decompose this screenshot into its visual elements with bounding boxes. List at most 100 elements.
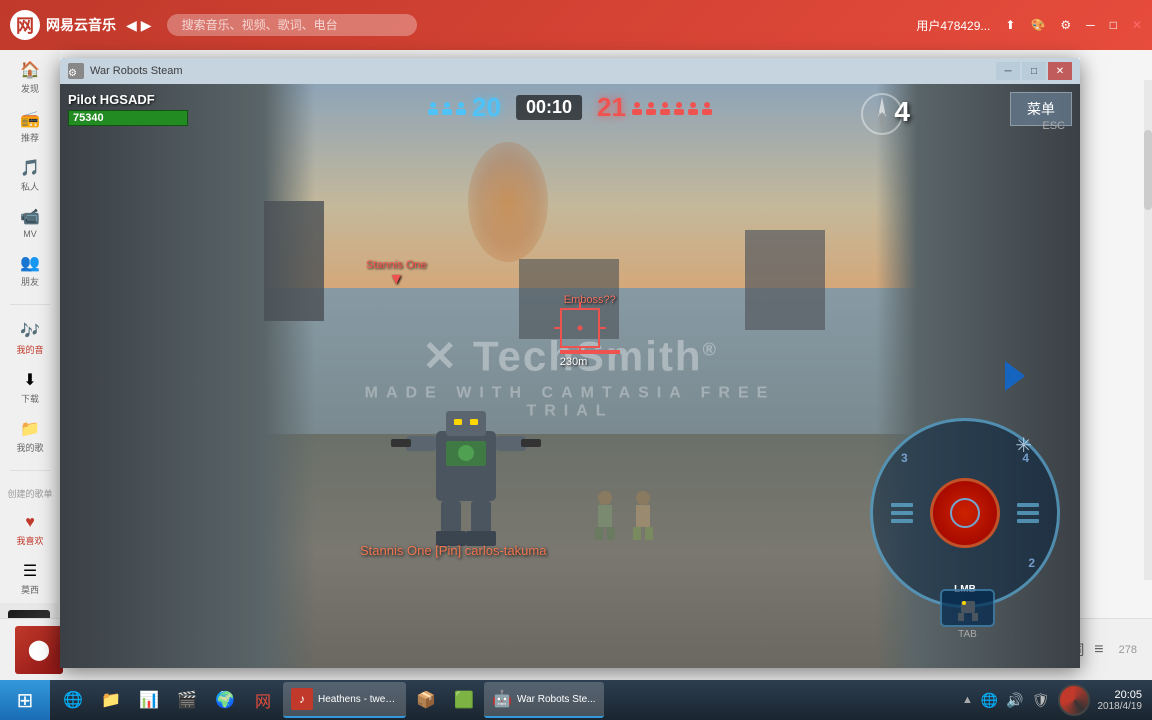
sidebar-item-download[interactable]: ⬇ 下载 [21, 370, 39, 405]
sidebar-playlist1-label: 莫西 [21, 583, 39, 596]
sidebar-private-label: 私人 [21, 180, 39, 193]
weapon-wheel[interactable]: ✳ 3 4 2 [870, 418, 1060, 608]
media-icon: 🎬 [177, 690, 197, 710]
hud-pilot-info: Pilot HGSADF 75340 [68, 92, 188, 126]
steam-titlebar[interactable]: ⚙ War Robots Steam ─ □ ✕ [60, 58, 1080, 84]
pin-message: Stannis One [Pin] carlos-takuma [360, 543, 546, 558]
sidebar-item-private[interactable]: 🎵 私人 [20, 158, 40, 193]
steam-minimize-button[interactable]: ─ [996, 62, 1020, 80]
red-team-icons [631, 101, 713, 115]
windows-logo-icon: ⊞ [17, 688, 34, 713]
enemy1-name: Stannis One [366, 259, 427, 271]
topbar-skin-icon[interactable]: 🎨 [1030, 18, 1045, 32]
topbar-max-icon[interactable]: □ [1110, 18, 1117, 32]
tray-volume-icon[interactable]: 🔊 [1006, 692, 1023, 709]
steam-maximize-button[interactable]: □ [1022, 62, 1046, 80]
app7-icon: 📦 [416, 690, 436, 710]
taskman-icon: 📊 [139, 690, 159, 710]
player-list-icon[interactable]: ≡ [1094, 641, 1103, 659]
tray-show-hidden[interactable]: ▲ [962, 694, 973, 706]
search-input[interactable] [167, 14, 417, 36]
heathens-taskbar-label: Heathens - twen... [318, 694, 398, 705]
sidebar-item-recommend[interactable]: 📻 推荐 [20, 109, 40, 144]
netease-taskbar-icon: 网 [253, 690, 273, 710]
netease-topbar: 网 网易云音乐 ◀ ▶ 用户478429... ⬆ 🎨 ⚙ ─ □ ✕ [0, 0, 1152, 50]
target-distance: 230m [560, 356, 620, 368]
taskbar-item-netease[interactable]: 网 [245, 682, 281, 718]
target-health-bar [560, 350, 620, 354]
start-button[interactable]: ⊞ [0, 680, 50, 720]
weapon-line-r2 [1017, 511, 1039, 515]
enemy-stannis-one: Stannis One ▼ [366, 259, 427, 289]
taskbar-item-taskman[interactable]: 📊 [131, 682, 167, 718]
tray-security-icon[interactable]: 🛡 [1032, 692, 1050, 709]
nav-back[interactable]: ◀ [126, 17, 137, 34]
taskbar-items: 🌐 📁 📊 🎬 🌍 网 ♪ Heathens - twen... [50, 680, 609, 720]
taskbar-tray: ▲ 🌐 🔊 🛡 20:05 2018/4/19 [952, 684, 1152, 716]
game-scene: ✕ TechSmith® MADE WITH CAMTASIA FREE TRI… [60, 84, 1080, 668]
wall-left [60, 84, 315, 668]
warrobots-icon: 🤖 [492, 689, 512, 709]
taskbar-item-ie[interactable]: 🌐 [55, 682, 91, 718]
sidebar-item-discover[interactable]: 🏠 发现 [20, 60, 40, 95]
weapon-fire-button[interactable] [930, 478, 1000, 548]
weapon-wheel-outer: ✳ 3 4 2 [870, 418, 1060, 608]
sidebar-mv-label: MV [23, 229, 37, 239]
steam-titlebar-buttons: ─ □ ✕ [996, 62, 1072, 80]
taskbar-item-heathens[interactable]: ♪ Heathens - twen... [283, 682, 406, 718]
game-viewport[interactable]: ✕ TechSmith® MADE WITH CAMTASIA FREE TRI… [60, 84, 1080, 668]
player-count: 278 [1119, 644, 1137, 656]
recommend-icon: 📻 [20, 109, 40, 129]
tab-switch-area[interactable]: TAB [940, 589, 995, 640]
steam-close-button[interactable]: ✕ [1048, 62, 1072, 80]
nav-forward[interactable]: ▶ [141, 17, 152, 34]
browser-icon: 🌍 [215, 690, 235, 710]
sidebar-divider1 [10, 304, 50, 305]
warrobots-taskbar-label: War Robots Ste... [517, 694, 596, 705]
download-icon: ⬇ [23, 370, 36, 390]
weapon-lines-right [1017, 503, 1039, 523]
weapon-lines-left [891, 503, 913, 523]
weapon-target-reticle [950, 498, 980, 528]
sidebar-item-liked[interactable]: ♥ 我喜欢 [16, 514, 43, 547]
taskbar-item-browser[interactable]: 🌍 [207, 682, 243, 718]
sidebar-item-playlist1[interactable]: ☰ 莫西 [21, 561, 39, 596]
sidebar-item-my-music[interactable]: 🎶 我的音 [16, 321, 43, 356]
liked-icon: ♥ [25, 514, 35, 532]
windows-taskbar: ⊞ 🌐 📁 📊 🎬 🌍 网 ♪ Heath [0, 680, 1152, 720]
taskbar-item-app7[interactable]: 📦 [408, 682, 444, 718]
blue-team-icons [427, 101, 467, 115]
mech-robot [366, 351, 566, 551]
sidebar-item-mv[interactable]: 📹 MV [20, 207, 40, 239]
crosshair-box [560, 308, 600, 348]
health-value: 75340 [73, 112, 104, 124]
smoke-effect [468, 142, 548, 262]
player-song-thumb[interactable]: ⬤ [15, 626, 63, 674]
sidebar-item-friends[interactable]: 👥 朋友 [20, 253, 40, 288]
robot-switch-button[interactable] [940, 589, 995, 627]
health-bar: 75340 [68, 110, 188, 126]
topbar-close-icon[interactable]: ✕ [1132, 18, 1142, 32]
enemy1-arrow: ▼ [366, 271, 427, 289]
taskbar-item-minecraft[interactable]: 🟩 [446, 682, 482, 718]
crosshair-top [579, 302, 581, 308]
enemy2-name: Emboss?? [560, 294, 620, 306]
my-music-icon: 🎶 [20, 321, 40, 341]
topbar-min-icon[interactable]: ─ [1086, 18, 1095, 32]
sidebar-item-local[interactable]: 📁 我的歌 [16, 419, 43, 454]
taskbar-item-media[interactable]: 🎬 [169, 682, 205, 718]
taskbar-item-explorer[interactable]: 📁 [93, 682, 129, 718]
score-blue: 20 [472, 92, 501, 123]
main-scrollbar[interactable] [1144, 80, 1152, 580]
tray-network-icon[interactable]: 🌐 [981, 692, 998, 709]
topbar-upload-icon[interactable]: ⬆ [1005, 18, 1015, 32]
tray-playing-disk[interactable] [1058, 684, 1090, 716]
user-account[interactable]: 用户478429... [916, 17, 990, 34]
topbar-settings-icon[interactable]: ⚙ [1060, 18, 1071, 32]
taskbar-item-warrobots[interactable]: 🤖 War Robots Ste... [484, 682, 604, 718]
playlist1-icon: ☰ [23, 561, 37, 581]
scrollbar-thumb[interactable] [1144, 130, 1152, 210]
netease-app-title: 网易云音乐 [46, 15, 116, 35]
crosshair-dot [577, 326, 582, 331]
time-display: 20:05 [1098, 689, 1143, 701]
